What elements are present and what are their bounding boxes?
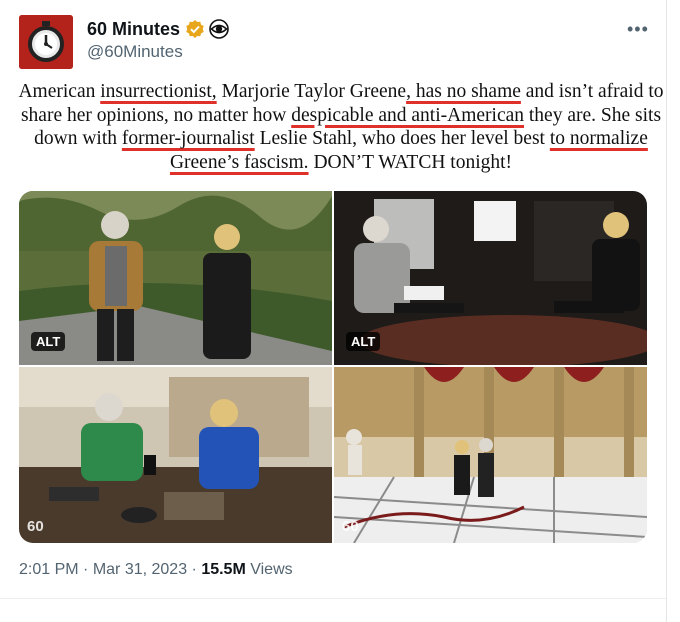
- sixty-minutes-watermark: 60: [27, 518, 44, 535]
- tweet-time[interactable]: 2:01 PM: [19, 561, 79, 578]
- stopwatch-icon: [19, 15, 73, 69]
- views-count: 15.5M: [201, 561, 246, 578]
- tweet-text-segment: DON’T WATCH tonight!: [308, 151, 513, 173]
- verified-badge-icon: [186, 20, 204, 38]
- cbs-eye-icon: [209, 19, 229, 39]
- tweet-date[interactable]: Mar 31, 2023: [93, 561, 187, 578]
- account-handle[interactable]: @60Minutes: [87, 42, 183, 62]
- tweet-header: 60 Minutes @60Minutes •••: [19, 15, 659, 71]
- views-label: Views: [245, 561, 293, 578]
- account-name[interactable]: 60 Minutes: [87, 19, 180, 40]
- divider: [0, 598, 666, 599]
- tweet-text: American insurrectionist, Marjorie Taylo…: [18, 80, 664, 174]
- tweet-text-segment: American: [18, 81, 101, 102]
- tweet-meta: 2:01 PM · Mar 31, 2023 · 15.5M Views: [19, 561, 293, 579]
- media-image-4[interactable]: 60: [334, 367, 647, 543]
- media-image-1[interactable]: ALT: [19, 191, 332, 365]
- media-image-3[interactable]: 60: [19, 367, 332, 543]
- meta-separator: ·: [187, 561, 202, 578]
- highlighted-phrase: former-journalist: [121, 128, 255, 149]
- alt-badge[interactable]: ALT: [31, 332, 66, 351]
- alt-badge[interactable]: ALT: [346, 332, 381, 351]
- highlighted-phrase: insurrectionist,: [100, 81, 217, 102]
- media-grid: ALT ALT 60 60: [19, 191, 647, 543]
- tweet-text-segment: Marjorie Taylor Greene: [216, 81, 407, 102]
- tweet-text-segment: Leslie Stahl, who does her level best: [254, 128, 550, 149]
- media-image-2[interactable]: ALT: [334, 191, 647, 365]
- highlighted-phrase: , has no shame: [406, 81, 521, 102]
- column-divider: [666, 0, 667, 622]
- more-icon[interactable]: •••: [627, 19, 649, 40]
- highlighted-phrase: despicable and anti-American: [291, 104, 525, 126]
- sixty-minutes-watermark: 60: [342, 518, 359, 535]
- avatar[interactable]: [19, 15, 73, 69]
- meta-separator: ·: [78, 561, 93, 578]
